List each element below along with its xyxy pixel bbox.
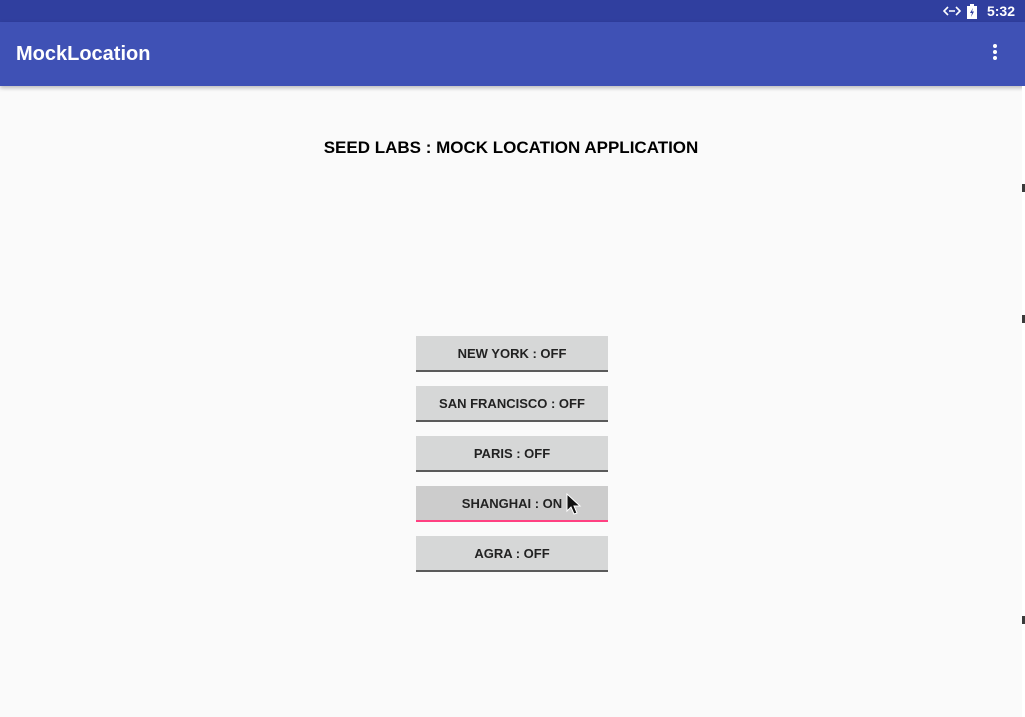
san-francisco-button[interactable]: SAN FRANCISCO : OFF <box>416 386 608 422</box>
app-title: MockLocation <box>16 43 151 65</box>
new-york-button[interactable]: NEW YORK : OFF <box>416 336 608 372</box>
shanghai-button[interactable]: SHANGHAI : ON <box>416 486 608 522</box>
page-header: SEED LABS : MOCK LOCATION APPLICATION <box>323 138 699 157</box>
more-vert-icon <box>992 43 998 66</box>
status-time: 5:32 <box>986 3 1015 19</box>
paris-button[interactable]: PARIS : OFF <box>416 436 608 472</box>
status-bar: 5:32 <box>0 0 1025 22</box>
agra-button[interactable]: AGRA : OFF <box>416 536 608 572</box>
data-transfer-icon <box>942 5 961 17</box>
battery-charging-icon <box>966 3 977 19</box>
location-button-list: NEW YORK : OFF SAN FRANCISCO : OFF PARIS… <box>416 336 608 586</box>
app-bar: MockLocation <box>0 22 1025 86</box>
status-icons: 5:32 <box>942 0 1015 22</box>
overflow-menu-button[interactable] <box>977 36 1013 72</box>
